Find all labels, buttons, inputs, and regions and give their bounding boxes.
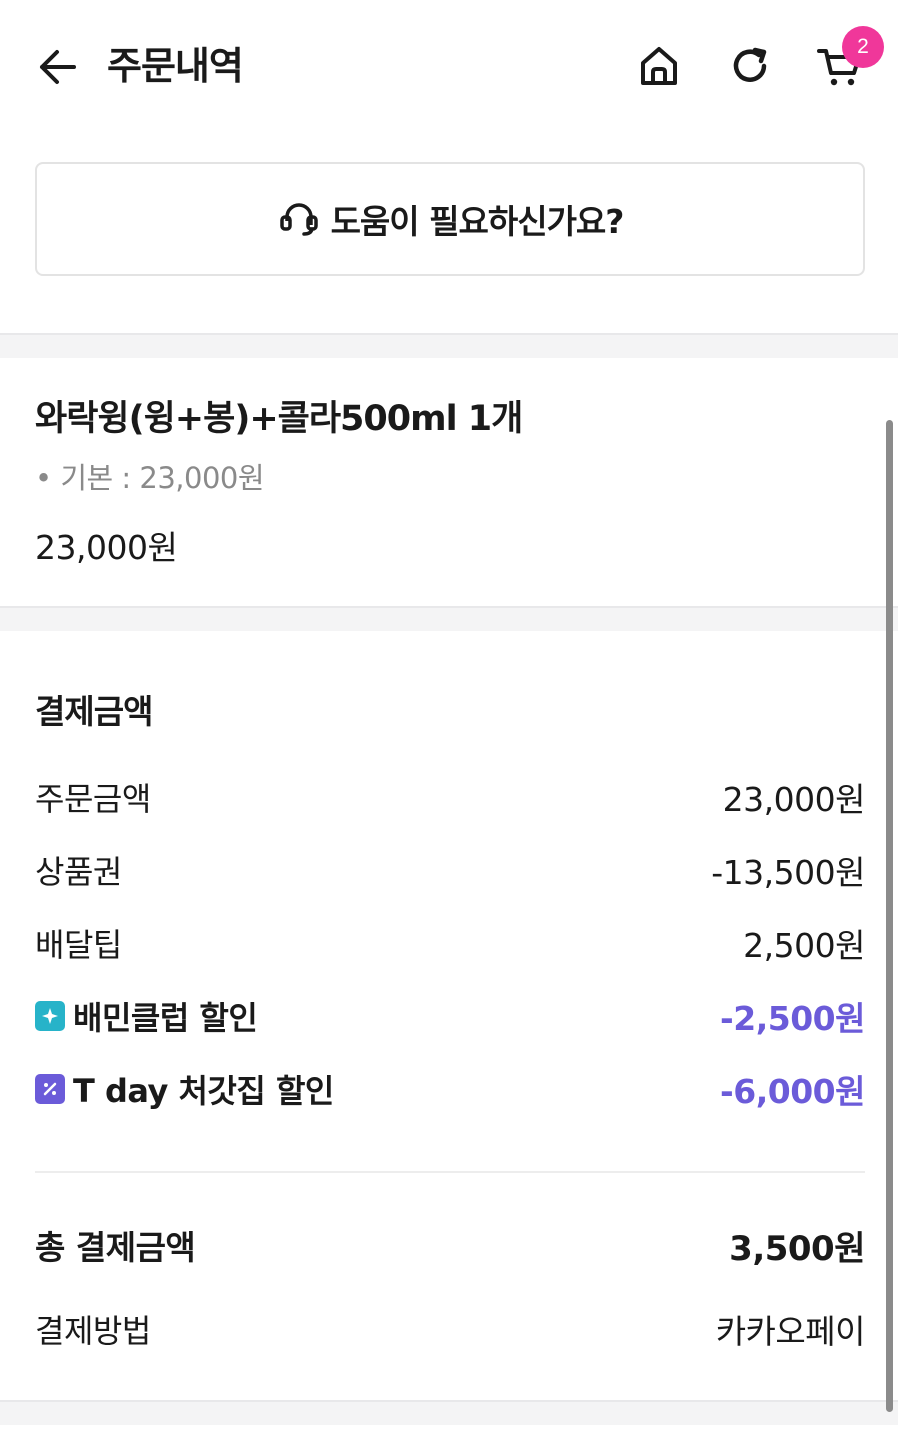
order-item-option: • 기본 : 23,000원: [35, 461, 265, 495]
payment-row-tday-discount: T day 처갓집 할인 -6,000원: [35, 1067, 865, 1111]
row-label: 배달팁: [35, 926, 122, 964]
home-icon: [641, 47, 677, 85]
payment-method-row: 결제방법 카카오페이: [35, 1307, 866, 1351]
app-header: 주문내역 2: [0, 0, 898, 130]
payment-section-title: 결제금액: [35, 692, 153, 731]
divider: [35, 1171, 865, 1173]
row-value: 23,000원: [722, 780, 866, 819]
row-value: 2,500원: [743, 926, 865, 965]
row-value: -2,500원: [720, 999, 865, 1038]
baemin-club-icon: [35, 1001, 65, 1031]
section-divider: [0, 606, 898, 631]
payment-row-club-discount: 배민클럽 할인 -2,500원: [35, 994, 865, 1038]
vertical-scrollbar[interactable]: [886, 420, 893, 1412]
cart-count-badge: 2: [842, 26, 884, 68]
total-label: 총 결제금액: [35, 1228, 196, 1267]
order-item-price: 23,000원: [35, 528, 178, 567]
refresh-icon: [733, 47, 767, 82]
row-label: 배민클럽 할인: [73, 999, 258, 1037]
order-item-name: 와락윙(윙+봉)+콜라500ml 1개: [35, 399, 523, 439]
row-value: -6,000원: [720, 1072, 865, 1111]
coupon-icon: [35, 1074, 65, 1104]
back-button[interactable]: [34, 44, 80, 90]
row-value: -13,500원: [711, 853, 865, 892]
section-divider: [0, 1400, 898, 1425]
section-divider: [0, 333, 898, 358]
page-title: 주문내역: [107, 44, 244, 88]
help-button[interactable]: 도움이 필요하신가요?: [35, 162, 865, 276]
row-label: T day 처갓집 할인: [73, 1072, 334, 1110]
payment-row-order-amount: 주문금액 23,000원: [35, 775, 866, 819]
row-label: 상품권: [35, 853, 122, 891]
row-label: 주문금액: [35, 780, 151, 818]
payment-total-row: 총 결제금액 3,500원: [35, 1223, 865, 1269]
home-button[interactable]: [633, 40, 685, 92]
payment-row-gift-card: 상품권 -13,500원: [35, 848, 865, 892]
refresh-button[interactable]: [724, 40, 776, 92]
arrow-left-icon: [40, 50, 76, 84]
payment-row-delivery-tip: 배달팁 2,500원: [35, 921, 865, 965]
help-label: 도움이 필요하신가요?: [330, 202, 625, 241]
total-value: 3,500원: [729, 1228, 865, 1269]
method-value: 카카오페이: [715, 1312, 866, 1351]
headset-icon: [279, 203, 318, 236]
method-label: 결제방법: [35, 1312, 151, 1350]
